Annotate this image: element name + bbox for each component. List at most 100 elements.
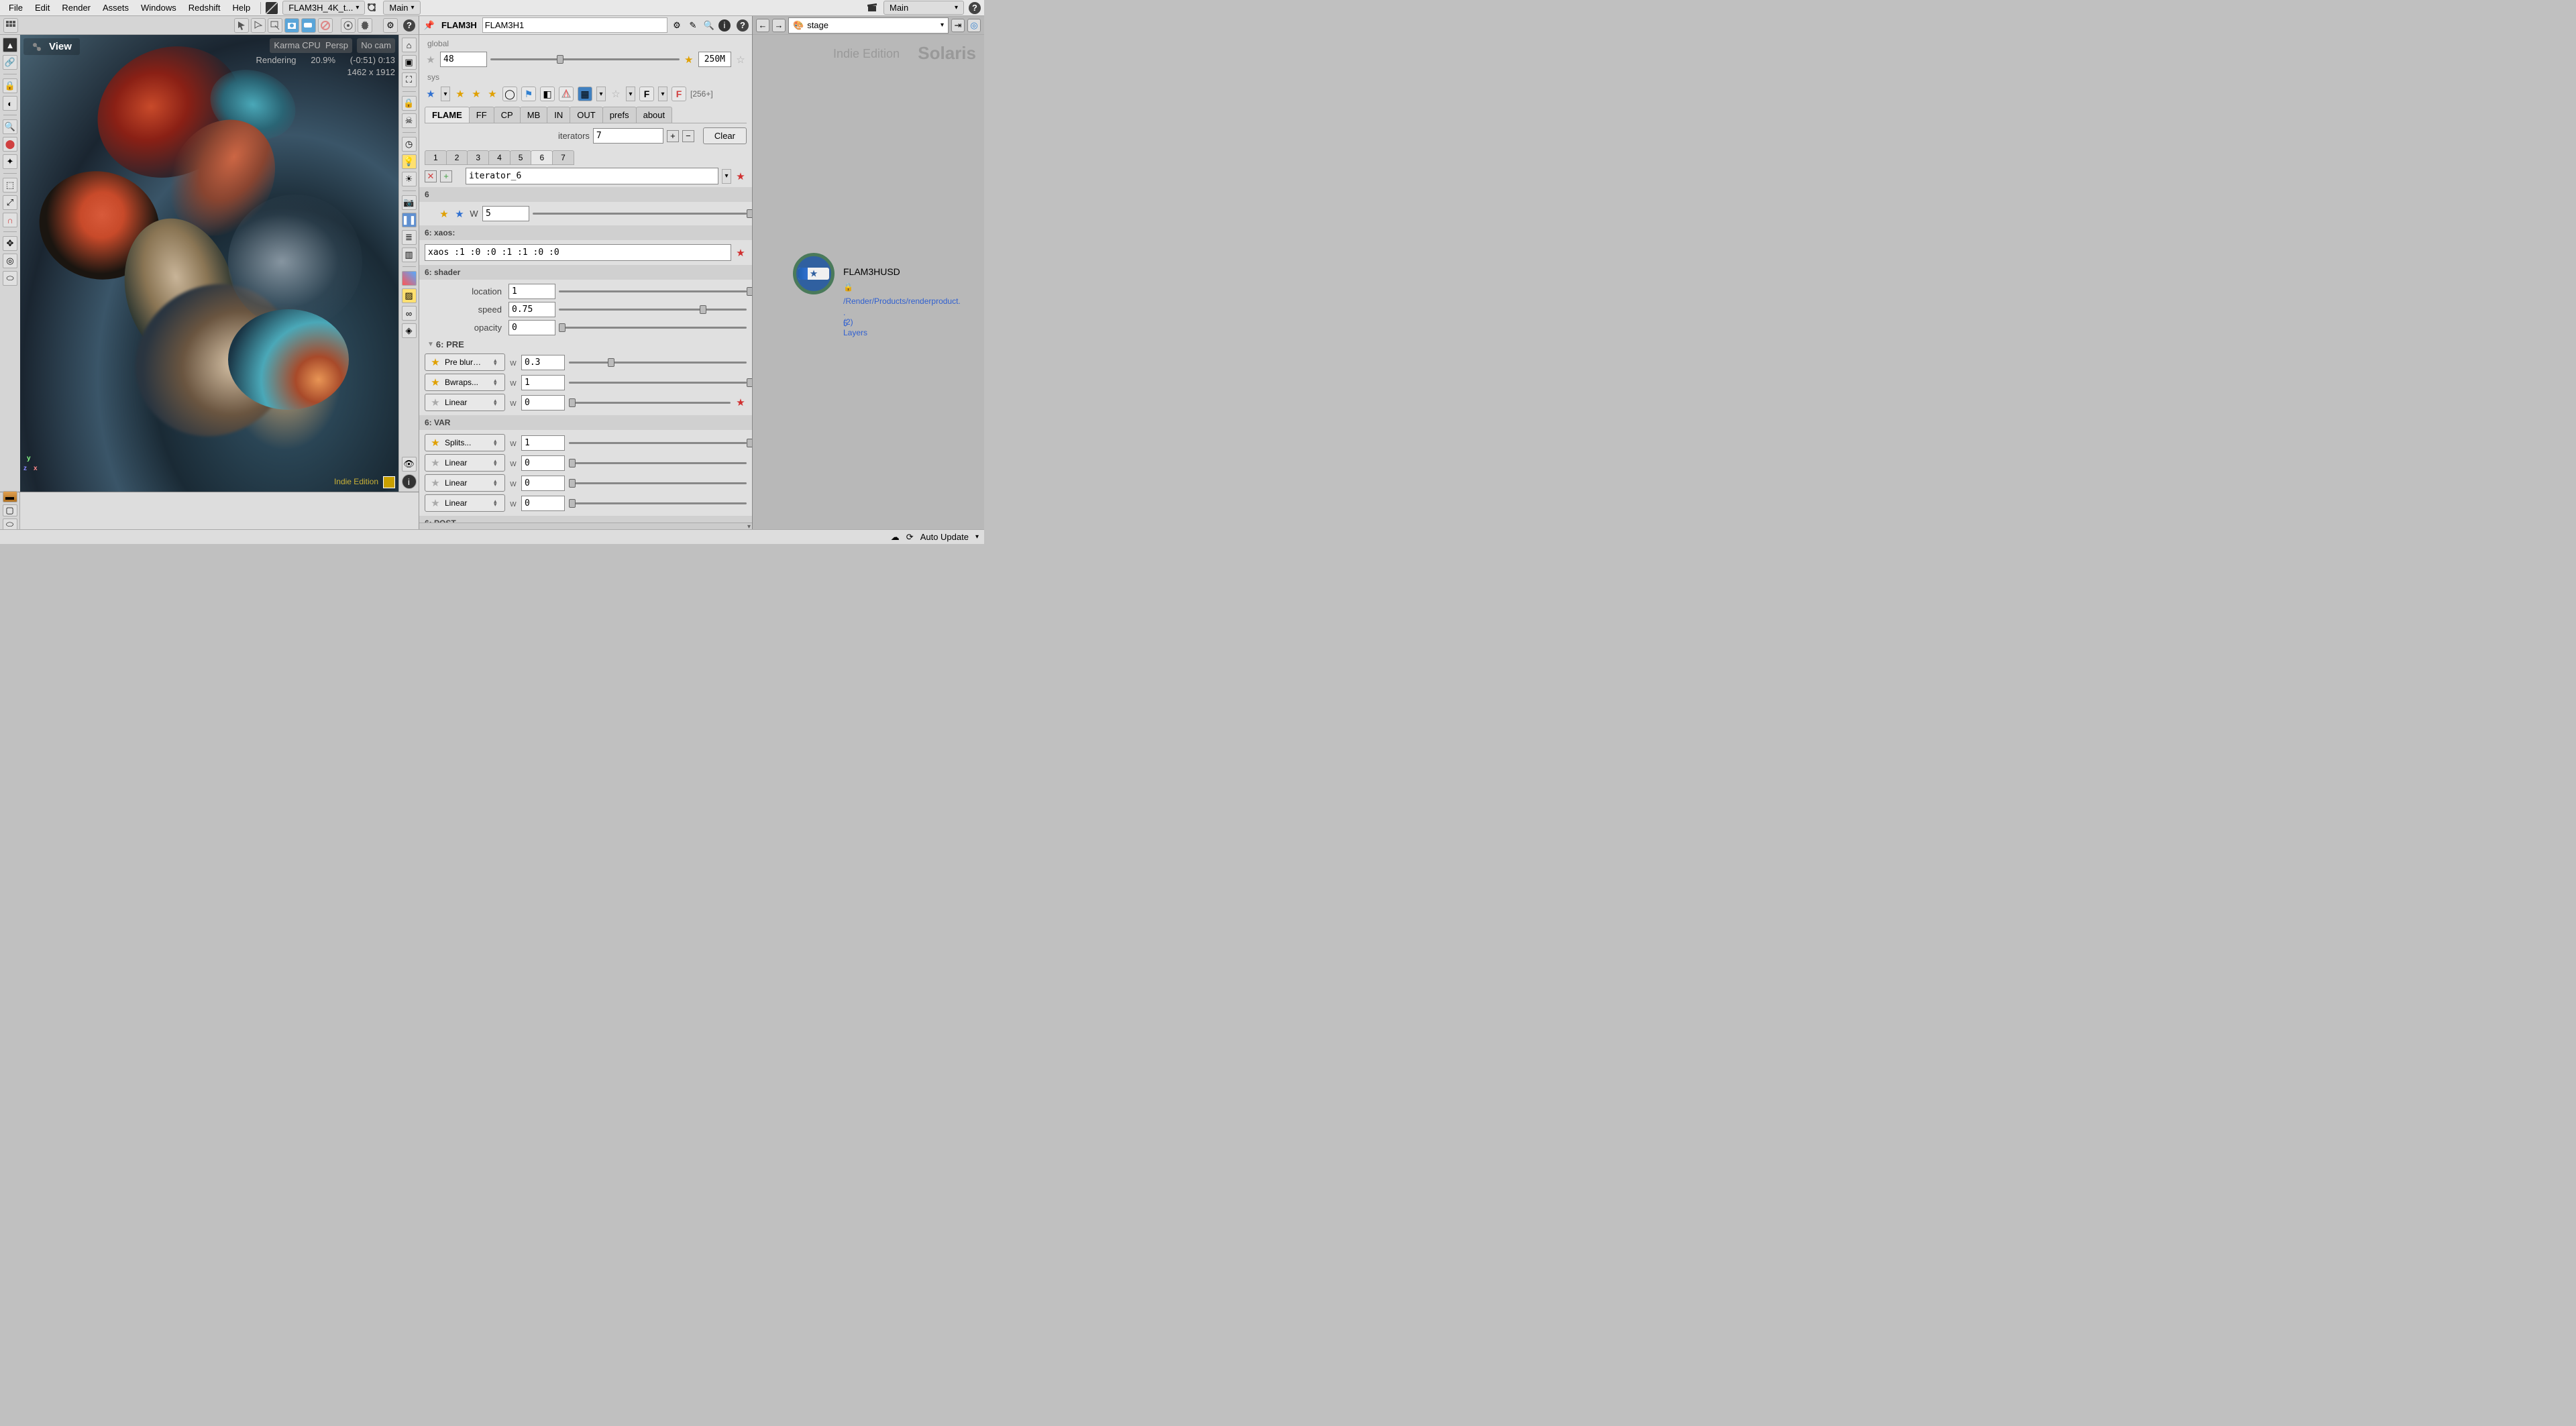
sun-icon[interactable]: ☀ — [402, 172, 417, 186]
sys-dd4[interactable]: ▾ — [658, 87, 667, 101]
panel-gear-icon[interactable]: ⚙ — [383, 18, 398, 33]
sys-s4-icon[interactable]: ☆ — [610, 88, 622, 100]
pre-weight-slider[interactable] — [569, 402, 731, 404]
clock-icon[interactable]: ◷ — [402, 137, 417, 152]
tab-flame[interactable]: FLAME — [425, 107, 470, 123]
transform-icon[interactable]: ⬚ — [3, 178, 17, 193]
sys-f-icon[interactable]: F — [639, 87, 654, 101]
brush-icon[interactable]: ▬ — [3, 491, 17, 502]
magnet-icon[interactable]: ∩ — [3, 213, 17, 227]
speed-slider[interactable] — [559, 309, 747, 311]
pointer-icon[interactable]: ▲ — [3, 38, 17, 52]
sys-dd3[interactable]: ▾ — [626, 87, 635, 101]
node-path-label[interactable]: /Render/Products/renderproduct. — [843, 296, 961, 306]
forward-button[interactable]: → — [772, 19, 786, 32]
diamond-icon[interactable]: ◈ — [402, 323, 417, 338]
render-tool-icon[interactable] — [341, 18, 356, 33]
sys-grid-icon[interactable]: ▦ — [578, 87, 592, 101]
auto-update-label[interactable]: Auto Update — [920, 532, 969, 542]
collapse-button[interactable]: ⇥ — [951, 19, 965, 32]
tab-prefs[interactable]: prefs — [602, 107, 637, 123]
iter-tab-1[interactable]: 1 — [425, 150, 447, 165]
visibility-icon[interactable]: ◐ — [3, 96, 17, 111]
link2-icon[interactable]: ∞ — [402, 306, 417, 321]
chain-icon[interactable]: ⬭ — [3, 271, 17, 286]
grid-icon[interactable] — [3, 18, 18, 33]
var-weight-slider[interactable] — [569, 482, 747, 484]
marker-icon[interactable]: ⬤ — [3, 137, 17, 152]
sys-s1-icon[interactable]: ★ — [454, 88, 466, 100]
w-star1-icon[interactable]: ★ — [438, 208, 450, 220]
global-value-input[interactable] — [440, 52, 487, 67]
info2-icon[interactable]: i — [718, 19, 731, 32]
search-icon[interactable]: 🔍 — [702, 19, 716, 32]
sys-split-icon[interactable]: ◧ — [540, 87, 555, 101]
camera-view-icon[interactable]: ▣ — [402, 55, 417, 70]
layout-icon[interactable] — [383, 476, 395, 488]
back-button[interactable]: ← — [756, 19, 769, 32]
menu-render[interactable]: Render — [56, 1, 96, 15]
select-tool-icon[interactable] — [234, 18, 249, 33]
link-icon[interactable]: 🔗 — [3, 55, 17, 70]
sys-star-icon[interactable]: ★ — [425, 88, 437, 100]
tab-about[interactable]: about — [636, 107, 673, 123]
sys-dd2[interactable]: ▾ — [596, 87, 606, 101]
ghost-icon[interactable]: ☠ — [402, 113, 417, 128]
pre-weight-slider[interactable] — [569, 382, 747, 384]
desktop-selector-1[interactable]: FLAM3H_4K_t...▾ — [282, 1, 365, 15]
iter-tab-5[interactable]: 5 — [510, 150, 532, 165]
tab-mb[interactable]: MB — [520, 107, 548, 123]
pre-select[interactable]: ★Bwraps...▴▾ — [425, 374, 505, 391]
pre-weight-slider[interactable] — [569, 362, 747, 364]
speed-input[interactable] — [508, 302, 555, 317]
sys-prism-icon[interactable] — [559, 87, 574, 101]
eye-icon[interactable]: 👁 — [402, 457, 417, 472]
network-view[interactable]: Indie Edition Solaris ★ FLAM3HUSD 🔒 /Ren… — [753, 35, 984, 529]
move-icon[interactable]: ✥ — [3, 236, 17, 251]
help-icon[interactable]: ? — [969, 2, 981, 14]
clear-button[interactable]: Clear — [703, 127, 747, 144]
star-gold-icon[interactable]: ★ — [683, 54, 695, 66]
global-slider[interactable] — [490, 58, 680, 60]
var-weight-slider[interactable] — [569, 462, 747, 464]
network-node[interactable]: ★ FLAM3HUSD 🔒 /Render/Products/renderpro… — [793, 253, 835, 294]
var-select[interactable]: ★Linear▴▾ — [425, 474, 505, 492]
tab-ff[interactable]: FF — [469, 107, 494, 123]
city-icon[interactable]: ▥ — [402, 248, 417, 262]
pre-weight-input[interactable] — [521, 355, 565, 370]
sys-f2-icon[interactable]: F — [672, 87, 686, 101]
pre-weight-input[interactable] — [521, 375, 565, 390]
w-slider[interactable] — [533, 213, 747, 215]
pre-weight-input[interactable] — [521, 395, 565, 410]
home-icon[interactable]: ⌂ — [402, 38, 417, 52]
tire-icon[interactable]: ◎ — [3, 254, 17, 268]
take-selector[interactable]: Main▾ — [883, 1, 964, 15]
pre-header[interactable]: ▼6: PRE — [425, 337, 747, 352]
location-slider[interactable] — [559, 290, 747, 292]
var-weight-input[interactable] — [521, 455, 565, 471]
help2-icon[interactable]: ? — [737, 19, 749, 32]
pin-icon[interactable]: 📌 — [423, 19, 436, 32]
opacity-input[interactable] — [508, 320, 555, 335]
panel-help-icon[interactable]: ? — [403, 19, 415, 32]
refresh-icon[interactable]: ⟳ — [906, 532, 914, 543]
var-select[interactable]: ★Linear▴▾ — [425, 494, 505, 512]
sys-s2-icon[interactable]: ★ — [470, 88, 482, 100]
add-iter-button[interactable]: + — [440, 170, 452, 182]
box-icon[interactable]: ▢ — [3, 504, 17, 516]
menu-windows[interactable]: Windows — [136, 1, 182, 15]
lock-icon[interactable]: 🔒 — [3, 78, 17, 93]
frame-icon[interactable]: ⛶ — [402, 72, 417, 87]
cylinder-icon[interactable]: ⬭ — [3, 518, 17, 529]
var-weight-slider[interactable] — [569, 502, 747, 504]
pre-select[interactable]: ★Pre blur…▴▾ — [425, 353, 505, 371]
star-icon[interactable]: ★ — [425, 54, 437, 66]
sys-dropdown[interactable]: ▾ — [441, 87, 450, 101]
render-viewport[interactable]: View Karma CPU Persp No cam Rendering 20… — [20, 35, 398, 492]
add-iterator-button[interactable]: + — [667, 130, 679, 142]
cloud-icon[interactable]: ☁ — [891, 532, 900, 543]
info-icon[interactable]: i — [402, 474, 417, 489]
var-select[interactable]: ★Splits...▴▾ — [425, 434, 505, 451]
var-select[interactable]: ★Linear▴▾ — [425, 454, 505, 472]
iterators-input[interactable] — [593, 128, 663, 144]
